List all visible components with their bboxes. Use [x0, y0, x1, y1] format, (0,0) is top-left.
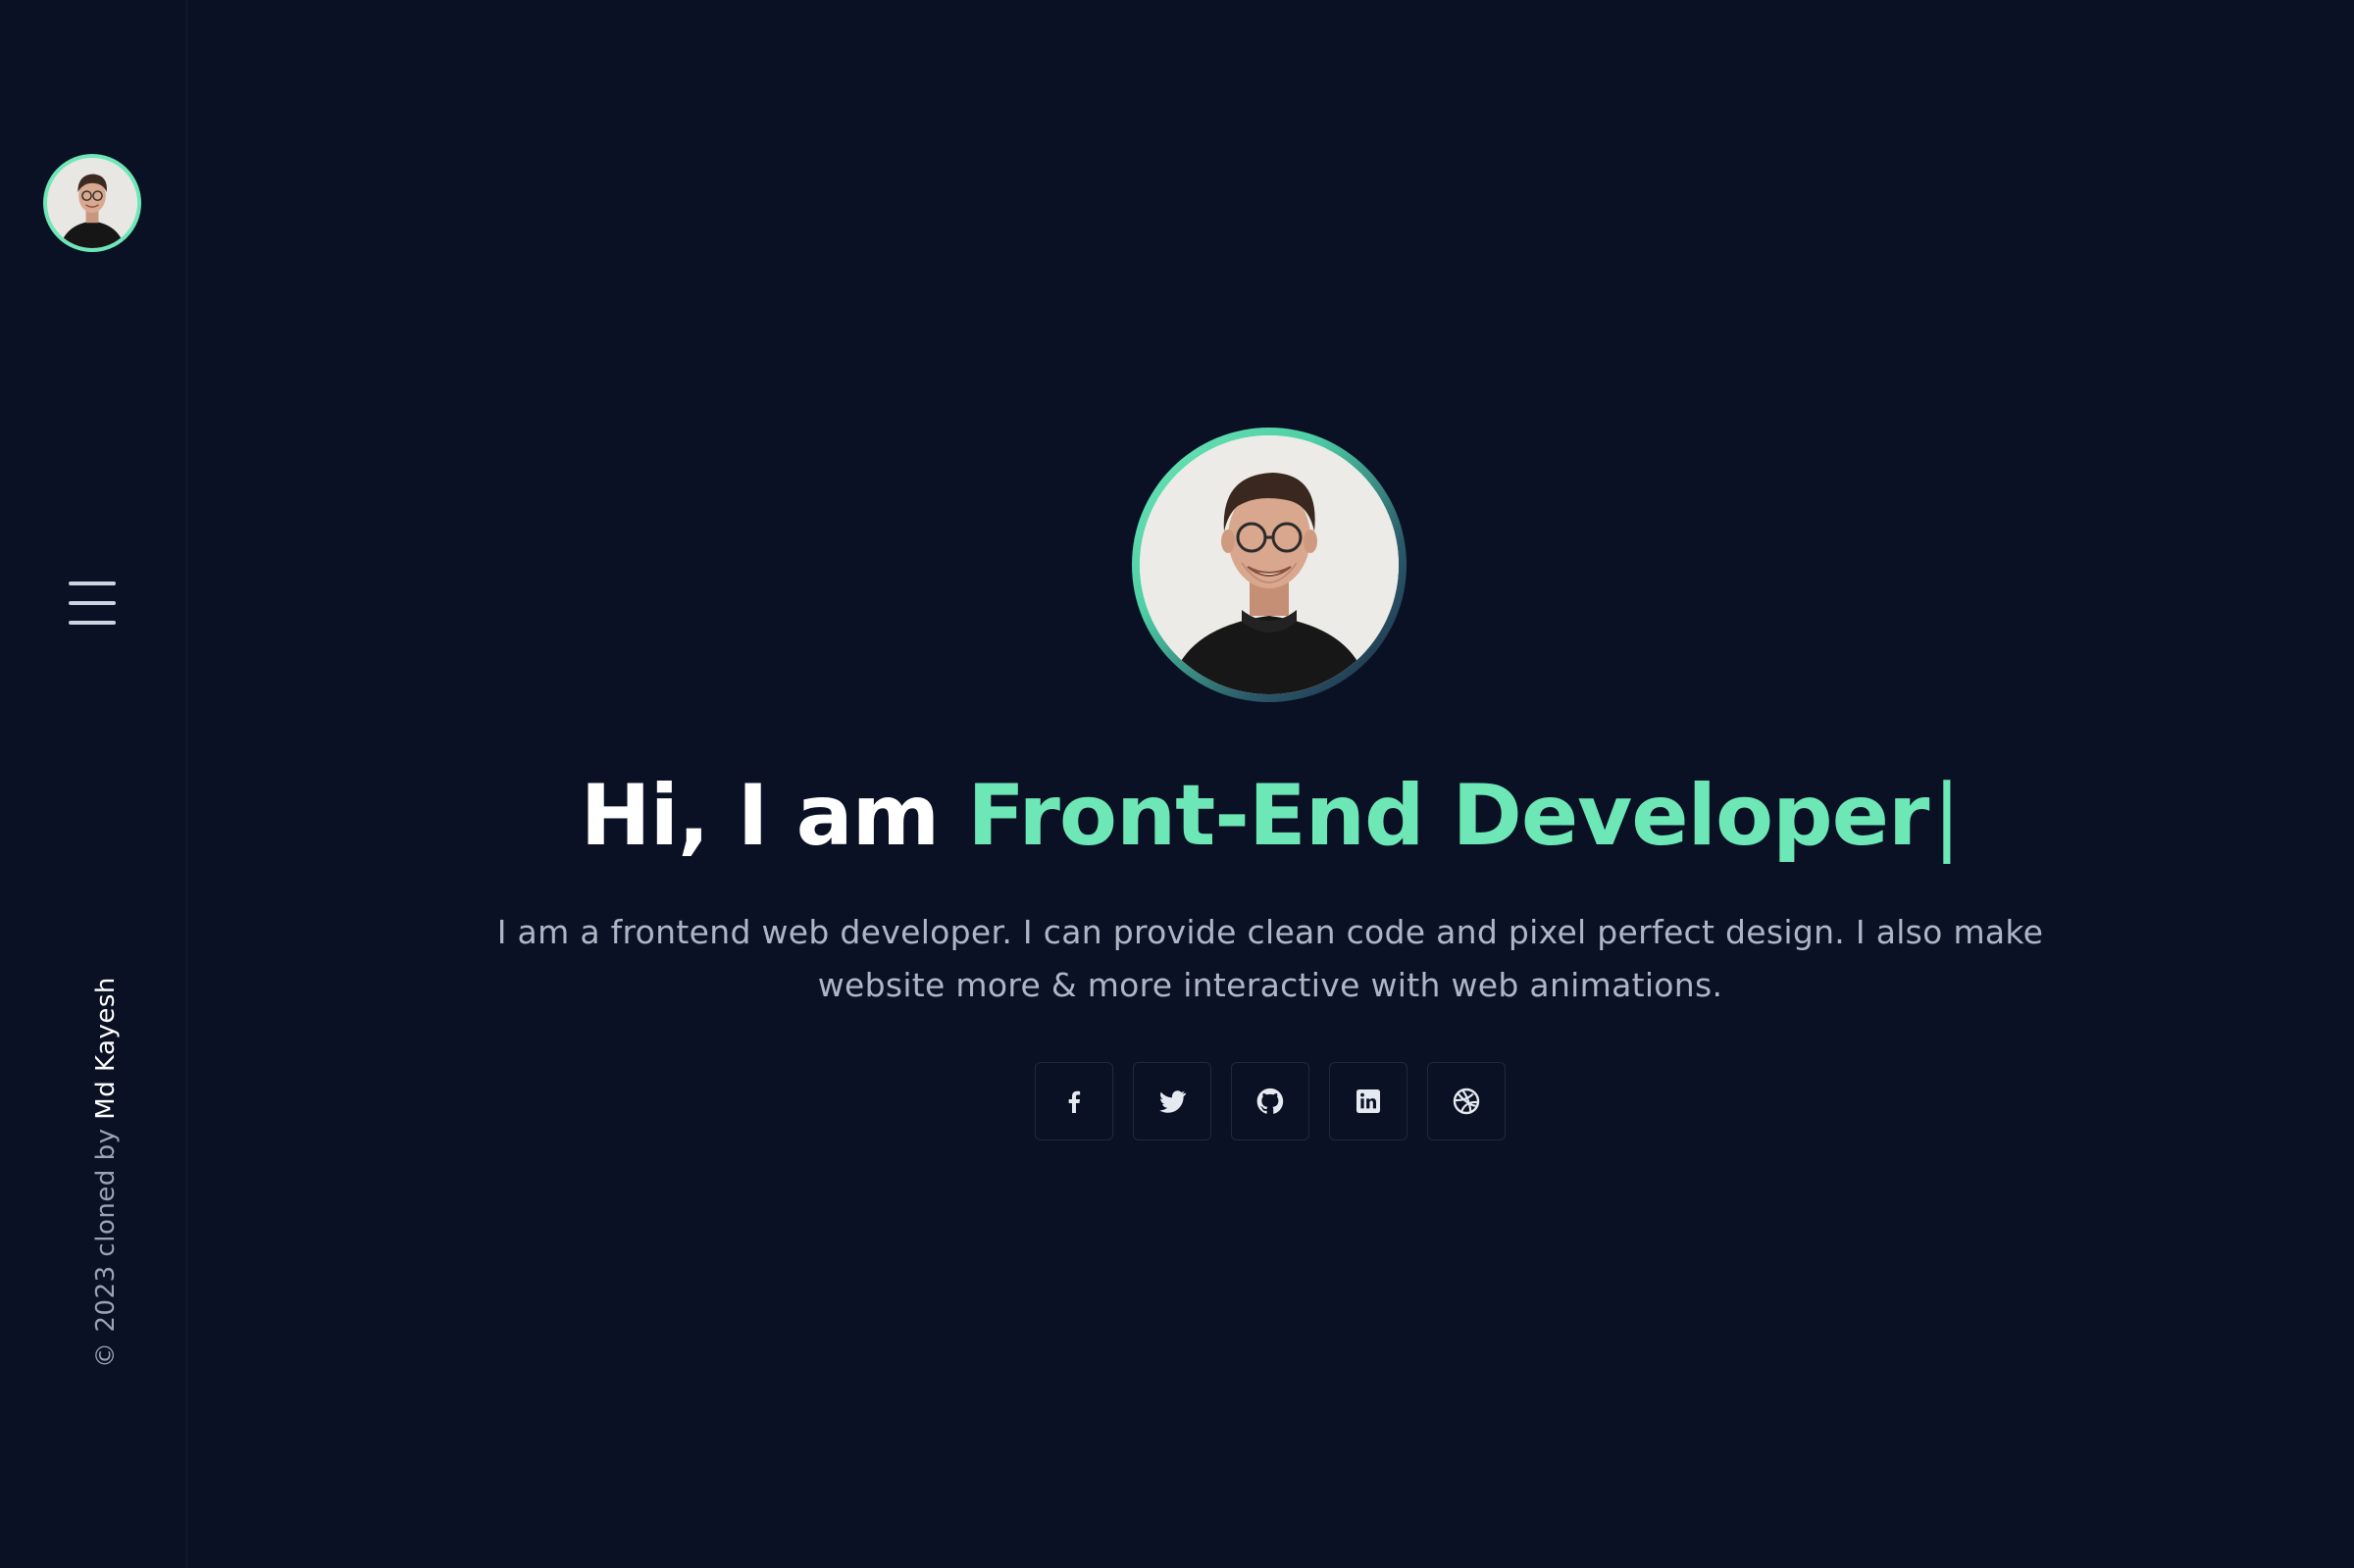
linkedin-icon — [1356, 1089, 1380, 1113]
dribbble-icon — [1453, 1087, 1480, 1115]
menu-line — [69, 601, 116, 605]
hero-description: I am a frontend web developer. I can pro… — [496, 913, 2044, 1004]
menu-line — [69, 621, 116, 625]
twitter-link[interactable] — [1133, 1062, 1211, 1140]
hero-role: Front-End Developer — [967, 767, 1929, 865]
github-icon — [1256, 1087, 1284, 1114]
avatar-portrait-large — [1140, 435, 1399, 694]
hero-avatar — [1132, 428, 1407, 702]
facebook-link[interactable] — [1035, 1062, 1113, 1140]
copyright-label: 2023 cloned by — [91, 1128, 121, 1333]
hero-headline: Hi, I am Front-End Developer| — [186, 757, 2354, 875]
menu-line — [69, 582, 116, 585]
copyright-author: Md Kayesh — [91, 977, 121, 1120]
facebook-icon — [1068, 1090, 1081, 1113]
copyright-text: © 2023 cloned by Md Kayesh — [91, 977, 121, 1369]
linkedin-link[interactable] — [1329, 1062, 1407, 1140]
page: © 2023 cloned by Md Kayesh Hi, I am Front… — [0, 0, 2354, 1568]
dribbble-link[interactable] — [1427, 1062, 1506, 1140]
typing-cursor: | — [1932, 767, 1961, 865]
hero-greeting: Hi, I am — [580, 767, 941, 865]
sidebar-avatar[interactable] — [43, 154, 141, 252]
twitter-icon — [1159, 1090, 1187, 1113]
hero-avatar-photo — [1140, 435, 1399, 694]
copyright-symbol: © — [91, 1341, 121, 1369]
github-link[interactable] — [1231, 1062, 1309, 1140]
avatar-portrait-small — [47, 158, 137, 248]
hamburger-menu-button[interactable] — [63, 569, 122, 637]
sidebar: © 2023 cloned by Md Kayesh — [0, 0, 187, 1568]
social-links — [1035, 1062, 1506, 1140]
